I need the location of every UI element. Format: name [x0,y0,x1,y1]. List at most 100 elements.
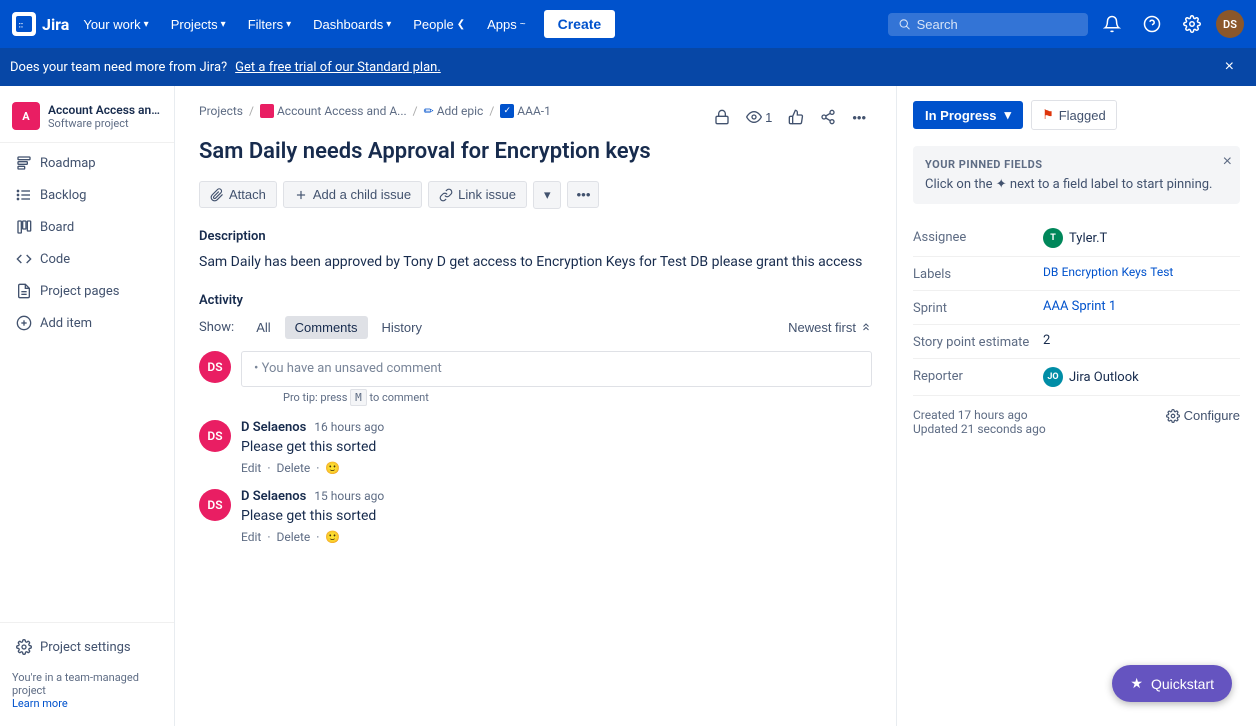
field-footer: Configure Created 17 hours ago Updated 2… [913,396,1240,440]
projects-menu[interactable]: Projects▾ [163,13,234,36]
dashboards-menu[interactable]: Dashboards▾ [305,13,399,36]
sprint-field: Sprint AAA Sprint 1 [913,291,1240,325]
story-point-value[interactable]: 2 [1043,333,1240,348]
configure-button[interactable]: Configure [1166,408,1240,423]
banner-close-button[interactable]: × [1225,58,1234,76]
user-avatar-nav[interactable]: DS [1216,10,1244,38]
project-avatar: A [12,102,40,130]
sidebar-add-item-label: Add item [40,316,92,331]
lock-button[interactable] [708,105,736,129]
status-button[interactable]: In Progress ▾ [913,101,1023,129]
attach-button[interactable]: Attach [199,181,277,208]
your-work-menu[interactable]: Your work▾ [75,13,156,36]
sidebar-item-board[interactable]: Board [4,212,170,242]
sidebar-footer: You're in a team-managed project Learn m… [0,663,174,718]
pinned-fields-close[interactable]: × [1223,154,1232,170]
settings-icon [16,639,32,655]
sort-button[interactable]: Newest first [788,320,872,335]
description-title: Description [199,229,872,244]
comment-edit-1[interactable]: Edit [241,461,261,475]
sparkle-icon: ✦ [996,177,1007,192]
footer-text: You're in a team-managed project [12,671,162,697]
label-encryption[interactable]: Encryption [1062,265,1119,279]
pages-icon [16,283,32,299]
assignee-avatar: T [1043,228,1063,248]
learn-more-link[interactable]: Learn more [12,697,68,710]
nav-left: :: Jira Your work▾ Projects▾ Filters▾ Da… [12,10,615,38]
pinned-text-after: next to a field label to start pinning. [1010,177,1213,192]
label-test[interactable]: Test [1150,265,1173,279]
issue-id-icon: ✓ [500,104,514,118]
breadcrumb-project-name[interactable]: Account Access and A... [277,104,407,118]
comment-author-2: D Selaenos [241,489,306,504]
eye-icon [746,109,762,125]
tab-comments[interactable]: Comments [285,316,368,339]
jira-logo[interactable]: :: [12,12,36,36]
people-menu[interactable]: People❮ [405,13,473,36]
assignee-field: Assignee T Tyler.T [913,220,1240,257]
flagged-button[interactable]: ⚑ Flagged [1031,100,1117,130]
activity-section: Activity Show: All Comments History Newe… [199,293,872,544]
comment-input[interactable]: • You have an unsaved comment [241,351,872,387]
sidebar-item-add-item[interactable]: Add item [4,308,170,338]
breadcrumb-row: Projects / Account Access and A... / ✏ A… [199,104,872,130]
create-button[interactable]: Create [544,10,616,38]
more-button[interactable]: ••• [567,181,599,208]
comment-react-2[interactable]: 🙂 [325,530,340,544]
filters-menu[interactable]: Filters▾ [240,13,299,36]
expand-actions-button[interactable]: ▾ [533,181,562,209]
search-input[interactable] [917,17,1078,32]
sidebar-item-project-settings[interactable]: Project settings [4,632,170,662]
reporter-value[interactable]: JO Jira Outlook [1043,367,1240,387]
reporter-name: Jira Outlook [1069,370,1139,385]
settings-button[interactable] [1176,8,1208,40]
label-db[interactable]: DB [1043,265,1058,279]
sidebar-item-project-pages[interactable]: Project pages [4,276,170,306]
activity-header: Show: All Comments History Newest first [199,316,872,339]
banner-link[interactable]: Get a free trial of our Standard plan. [235,60,441,75]
sidebar-item-code[interactable]: Code [4,244,170,274]
link-issue-button[interactable]: Link issue [428,181,527,208]
pro-tip-suffix: to comment [370,391,429,404]
help-button[interactable] [1136,8,1168,40]
more-actions-button[interactable]: ••• [846,106,872,129]
activity-tabs: All Comments History [246,316,432,339]
comment-react-1[interactable]: 🙂 [325,461,340,475]
notifications-button[interactable] [1096,8,1128,40]
assignee-value[interactable]: T Tyler.T [1043,228,1240,248]
add-child-button[interactable]: Add a child issue [283,181,422,208]
watch-button[interactable]: 1 [740,105,778,129]
breadcrumb-issue-id[interactable]: AAA-1 [517,104,551,118]
tab-all[interactable]: All [246,316,280,339]
search-box[interactable] [888,13,1088,36]
top-navigation: :: Jira Your work▾ Projects▾ Filters▾ Da… [0,0,1256,48]
comment-edit-2[interactable]: Edit [241,530,261,544]
comment-entry: DS D Selaenos 16 hours ago Please get th… [199,420,872,475]
breadcrumb-projects[interactable]: Projects [199,104,243,118]
sidebar-code-label: Code [40,252,70,267]
comment-input-area: DS • You have an unsaved comment Pro tip… [199,351,872,404]
breadcrumb-sep-2: / [413,104,418,118]
project-header: A Account Access and Ap... Software proj… [0,92,174,143]
share-button[interactable] [814,105,842,129]
project-name: Account Access and Ap... [48,103,162,117]
main-content: Projects / Account Access and A... / ✏ A… [175,84,896,726]
breadcrumb-add-epic[interactable]: Add epic [437,104,484,118]
apps-menu[interactable]: Apps~ [479,13,533,36]
tab-history[interactable]: History [372,316,432,339]
backlog-icon [16,187,32,203]
sprint-link[interactable]: AAA Sprint 1 [1043,299,1116,314]
pro-tip: Pro tip: press M to comment [283,391,872,404]
label-keys[interactable]: Keys [1121,265,1147,279]
labels-value: DB Encryption Keys Test [1043,265,1240,280]
sidebar-item-backlog[interactable]: Backlog [4,180,170,210]
comment-delete-1[interactable]: Delete [276,461,310,475]
roadmap-icon [16,155,32,171]
sidebar-item-roadmap[interactable]: Roadmap [4,148,170,178]
thumbsup-button[interactable] [782,105,810,129]
comment-delete-2[interactable]: Delete [276,530,310,544]
assignee-name: Tyler.T [1069,231,1107,246]
banner-text: Does your team need more from Jira? [10,60,227,75]
quickstart-button[interactable]: ★ Quickstart [1112,665,1232,702]
child-icon [294,188,308,202]
